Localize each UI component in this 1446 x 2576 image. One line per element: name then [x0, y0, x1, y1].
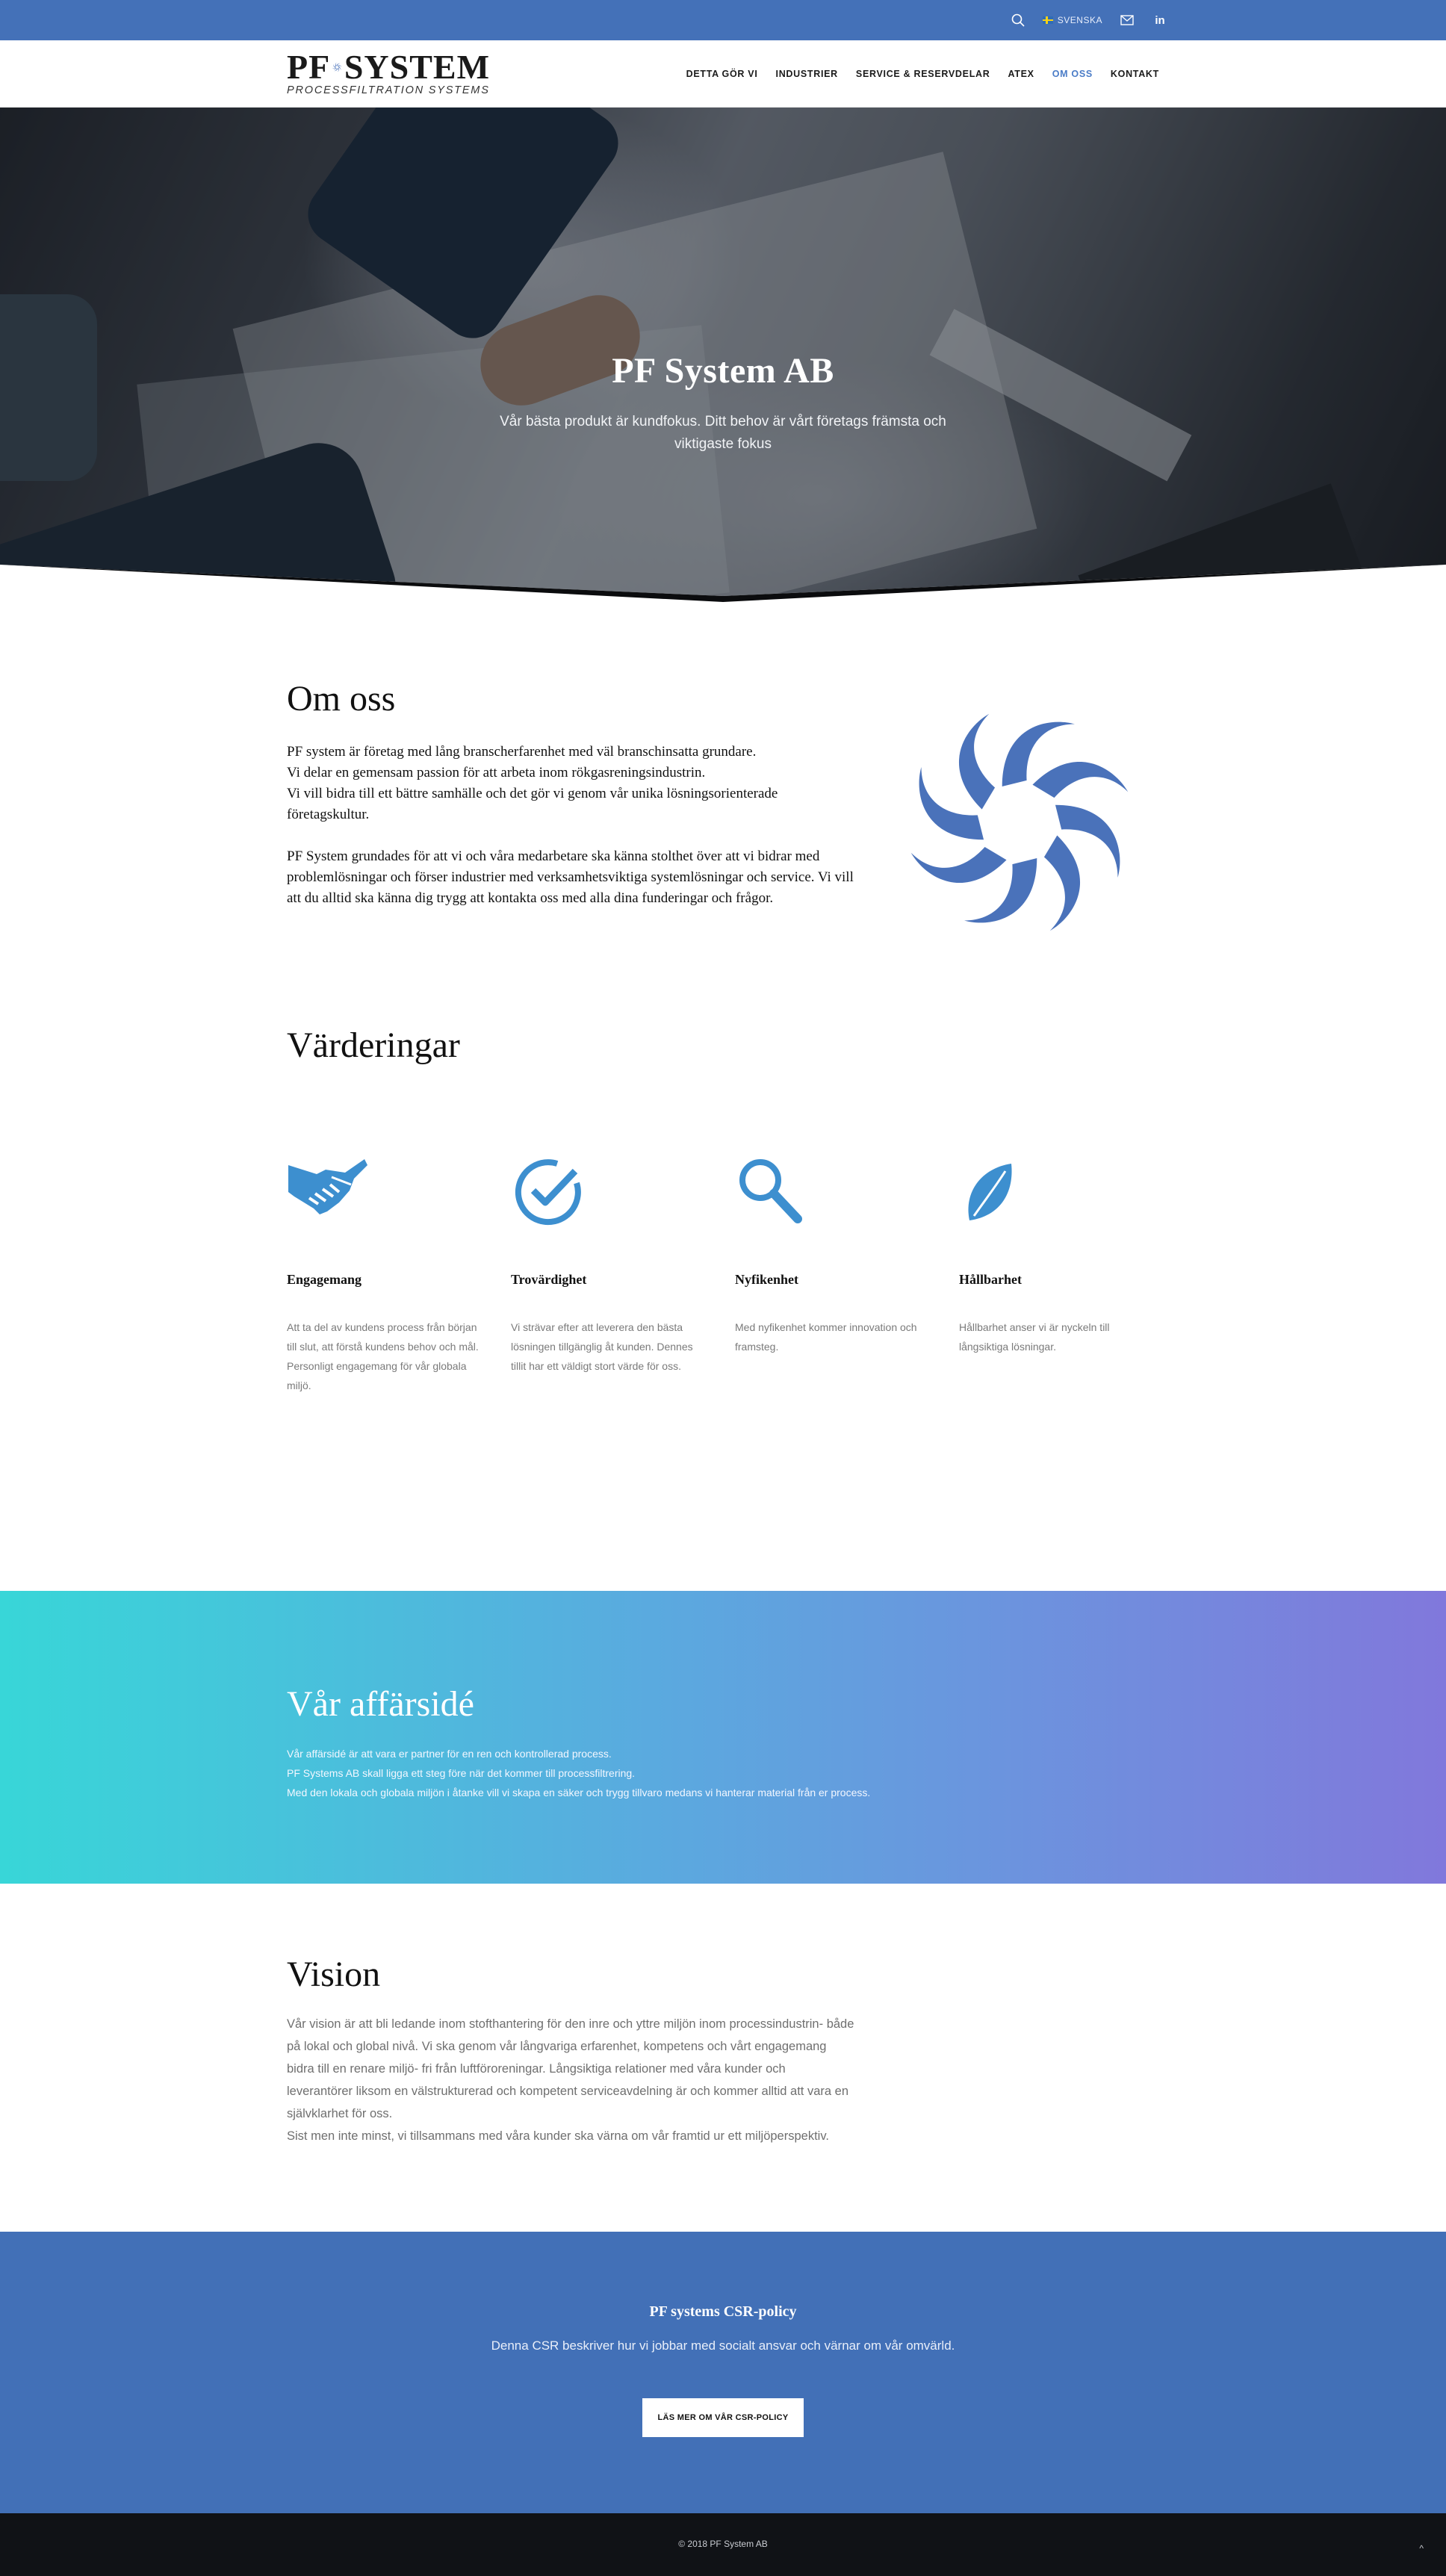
hero-title: PF System AB: [612, 351, 834, 391]
value-text: Hållbarhet anser vi är nyckeln till lång…: [959, 1321, 1110, 1353]
mail-icon[interactable]: [1119, 12, 1135, 28]
csr-section: PF systems CSR-policy Denna CSR beskrive…: [0, 2232, 1446, 2513]
value-text: Med nyfikenhet kommer innovation och fra…: [735, 1321, 917, 1353]
value-card: Nyfikenhet Med nyfikenhet kommer innovat…: [735, 1155, 959, 1395]
hero-content: PF System AB Vår bästa produkt är kundfo…: [0, 350, 1446, 456]
about-heading: Om oss: [287, 679, 396, 719]
nav-item-om-oss[interactable]: OM OSS: [1052, 69, 1093, 79]
swirl-logo-icon: [904, 707, 1135, 938]
business-idea-section: Vår affärsidé Vår affärsidé är att vara …: [0, 1591, 1446, 1884]
about-section: Om oss PF system är företag med lång bra…: [0, 609, 1446, 983]
business-line: Vår affärsidé är att vara er partner för…: [287, 1748, 612, 1760]
handshake-icon: [288, 1159, 367, 1214]
language-switcher[interactable]: SVENSKA: [1042, 15, 1102, 25]
logo-wordmark: PF SYSTEM: [287, 48, 490, 86]
value-card: Engagemang Att ta del av kundens process…: [287, 1155, 511, 1395]
logo-swirl-icon: [332, 62, 342, 72]
footer-copyright: © 2018 PF System AB: [678, 2539, 768, 2549]
hero-divider: [0, 565, 1446, 609]
hero-subtitle: Vår bästa produkt är kundfokus. Ditt beh…: [500, 414, 946, 452]
business-line: Med den lokala och globala miljön i åtan…: [287, 1787, 871, 1798]
values-grid: Engagemang Att ta del av kundens process…: [287, 1155, 1183, 1395]
csr-read-more-button[interactable]: LÄS MER OM VÅR CSR-POLICY: [642, 2398, 804, 2437]
values-section: Värderingar Engagemang Att ta del av kun…: [0, 983, 1446, 1591]
main-nav: DETTA GÖR VI INDUSTRIER SERVICE & RESERV…: [686, 40, 1159, 108]
value-title: Hållbarhet: [959, 1272, 1022, 1287]
value-title: Trovärdighet: [511, 1272, 587, 1287]
about-text: PF system är företag med lång branscherf…: [287, 742, 863, 909]
about-paragraph-2: PF System grundades för att vi och våra …: [287, 848, 854, 906]
logo-text-right: SYSTEM: [344, 48, 490, 86]
business-line: PF Systems AB skall ligga ett steg före …: [287, 1767, 636, 1779]
value-title: Nyfikenhet: [735, 1272, 798, 1287]
business-text: Vår affärsidé är att vara er partner för…: [287, 1744, 1446, 1802]
site-footer: © 2018 PF System AB ^: [0, 2513, 1446, 2576]
value-text: Vi strävar efter att leverera den bästa …: [511, 1321, 693, 1372]
magnifier-icon: [739, 1159, 802, 1223]
value-text: Att ta del av kundens process från börja…: [287, 1321, 479, 1391]
vision-text: Vår vision är att bli ledande inom stoft…: [287, 2013, 854, 2147]
nav-item-kontakt[interactable]: KONTAKT: [1111, 69, 1159, 79]
site-header: PF SYSTEM PROCESSFILTRATION SYSTEMS DETT…: [0, 40, 1446, 108]
check-circle-icon: [515, 1159, 581, 1226]
hero-banner: PF System AB Vår bästa produkt är kundfo…: [0, 108, 1446, 609]
swedish-flag-icon: [1042, 16, 1053, 24]
csr-text: Denna CSR beskriver hur vi jobbar med so…: [491, 2338, 955, 2353]
leaf-icon: [968, 1164, 1012, 1220]
vision-closing: Sist men inte minst, vi tillsammans med …: [287, 2129, 829, 2143]
value-title: Engagemang: [287, 1272, 362, 1287]
about-line: PF system är företag med lång branscherf…: [287, 744, 757, 760]
about-line: Vi vill bidra till ett bättre samhälle o…: [287, 786, 778, 822]
vision-heading: Vision: [287, 1955, 381, 1994]
linkedin-icon[interactable]: in: [1152, 12, 1168, 28]
csr-title: PF systems CSR-policy: [649, 2303, 797, 2320]
logo-text-left: PF: [287, 48, 331, 86]
vision-section: Vision Vår vision är att bli ledande ino…: [0, 1884, 1446, 2232]
logo-tagline: PROCESSFILTRATION SYSTEMS: [287, 84, 490, 96]
logo[interactable]: PF SYSTEM PROCESSFILTRATION SYSTEMS: [287, 48, 490, 97]
value-card: Hållbarhet Hållbarhet anser vi är nyckel…: [959, 1155, 1183, 1395]
top-bar-tools: SVENSKA in: [1010, 0, 1168, 40]
top-bar: SVENSKA in: [0, 0, 1446, 40]
nav-item-detta-gor-vi[interactable]: DETTA GÖR VI: [686, 69, 758, 79]
nav-item-industrier[interactable]: INDUSTRIER: [776, 69, 838, 79]
about-line: Vi delar en gemensam passion för att arb…: [287, 765, 706, 780]
search-icon[interactable]: [1010, 12, 1026, 28]
nav-item-service-reservdelar[interactable]: SERVICE & RESERVDELAR: [856, 69, 990, 79]
value-card: Trovärdighet Vi strävar efter att levere…: [511, 1155, 735, 1395]
scroll-to-top-button[interactable]: ^: [1419, 2543, 1424, 2554]
values-heading: Värderingar: [287, 1025, 460, 1065]
vision-paragraph: Vår vision är att bli ledande inom stoft…: [287, 2017, 854, 2120]
about-paragraph-1: PF system är företag med lång branscherf…: [287, 742, 863, 825]
language-label: SVENSKA: [1057, 15, 1102, 25]
business-heading: Vår affärsidé: [287, 1684, 474, 1724]
nav-item-atex[interactable]: ATEX: [1008, 69, 1034, 79]
